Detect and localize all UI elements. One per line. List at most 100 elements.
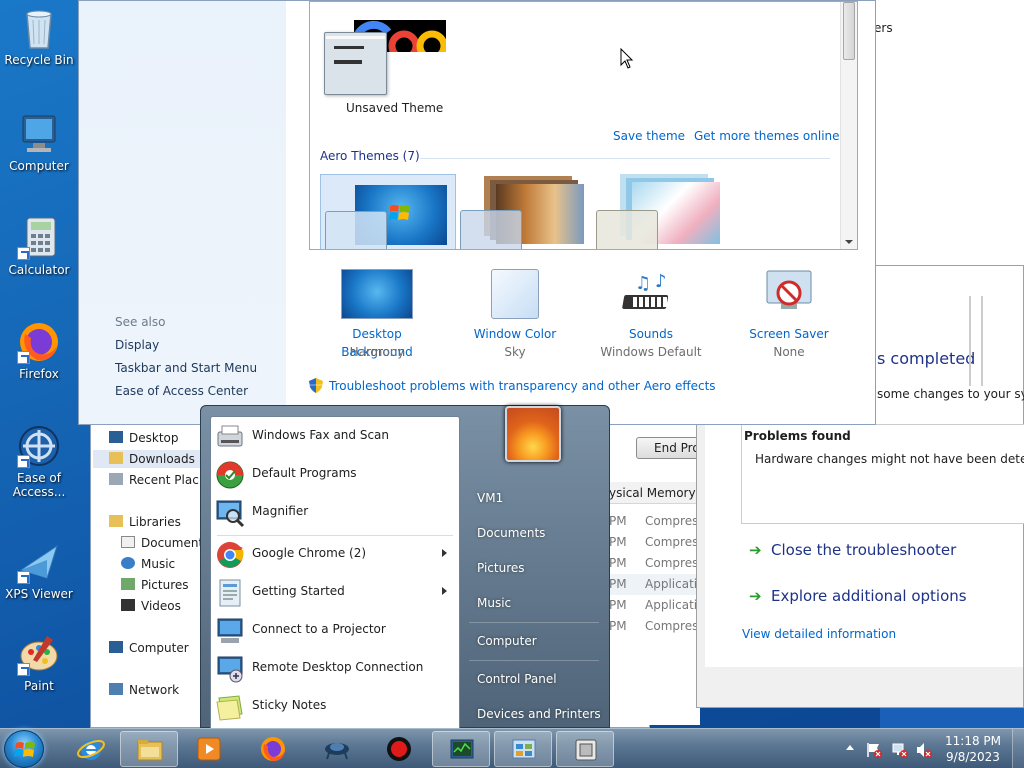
table-row[interactable]: PM Applicati — [605, 574, 700, 595]
themes-scrollbar[interactable] — [840, 2, 857, 249]
clock-time: 11:18 PM — [945, 734, 1001, 748]
nav-item-computer[interactable]: Computer — [109, 639, 189, 657]
user-avatar[interactable] — [505, 406, 561, 462]
show-desktop-button[interactable] — [1012, 729, 1024, 768]
aero-theme-architecture[interactable] — [456, 174, 592, 249]
taskbar-firefox[interactable] — [244, 731, 302, 767]
start-right-documents[interactable]: Documents — [477, 526, 545, 540]
program-google-chrome[interactable]: Google Chrome (2) — [211, 535, 459, 573]
taskbar-media-player[interactable] — [180, 731, 238, 767]
table-row[interactable]: PM Compres — [605, 532, 700, 553]
problems-header: Problems found — [744, 429, 851, 443]
desktop-icon-recycle-bin[interactable]: Recycle Bin — [2, 6, 76, 67]
start-right-control-panel[interactable]: Control Panel — [477, 672, 557, 686]
projector-icon — [215, 616, 245, 646]
firefox-icon — [259, 735, 287, 763]
program-sticky-notes[interactable]: Sticky Notes — [211, 687, 459, 725]
table-row[interactable]: PM Compres — [605, 511, 700, 532]
start-right-user[interactable]: VM1 — [477, 491, 503, 505]
taskbar-start-menu-link[interactable]: Taskbar and Start Menu — [115, 361, 257, 375]
volume-muted-icon[interactable] — [916, 742, 932, 758]
ease-of-access-center-link[interactable]: Ease of Access Center — [115, 384, 248, 398]
taskbar: 11:18 PM 9/8/2023 — [0, 728, 1024, 768]
save-theme-link[interactable]: Save theme — [613, 129, 685, 143]
unsaved-theme-thumbnail[interactable]: Unsaved Theme — [324, 2, 454, 115]
sticky-notes-icon — [215, 692, 245, 722]
program-default-programs[interactable]: Default Programs — [211, 455, 459, 493]
screen-saver-item[interactable]: Screen Saver None — [729, 269, 849, 361]
music-icon — [121, 557, 135, 569]
desktop-icon-firefox[interactable]: Firefox — [2, 320, 76, 381]
aero-theme-windows7[interactable] — [320, 174, 456, 249]
program-connect-to-projector[interactable]: Connect to a Projector — [211, 611, 459, 649]
desktop-icon-paint[interactable]: Paint — [2, 632, 76, 693]
program-remote-desktop[interactable]: Remote Desktop Connection — [211, 649, 459, 687]
sounds-item[interactable]: ♫ ♪ Sounds Windows Default — [591, 269, 711, 361]
scroll-thumb[interactable] — [843, 2, 855, 60]
nav-item-recent-places[interactable]: Recent Plac — [109, 471, 199, 489]
desktop-background-icon — [341, 269, 413, 319]
desktop-background-item[interactable]: Desktop Background Harmony — [317, 269, 437, 361]
taskbar-network-monitor[interactable] — [308, 731, 366, 767]
window-color-item[interactable]: Window Color Sky — [455, 269, 575, 361]
shortcut-arrow-icon — [17, 247, 30, 260]
desktop-icon-computer[interactable]: Computer — [2, 112, 76, 173]
internet-explorer-icon — [77, 735, 105, 763]
start-button[interactable] — [4, 730, 44, 768]
troubleshoot-aero-link[interactable]: Troubleshoot problems with transparency … — [309, 378, 716, 393]
submenu-arrow-icon — [442, 587, 447, 595]
desktop-icon-ease-of-access[interactable]: Ease of Access... — [2, 424, 76, 499]
get-more-themes-link[interactable]: Get more themes online — [694, 129, 840, 143]
network-monitor-icon — [323, 735, 351, 763]
explore-options-option[interactable]: ➔ Explore additional options — [749, 587, 967, 605]
themes-list[interactable]: Unsaved Theme Save theme Get more themes… — [309, 1, 858, 250]
show-hidden-icons-button[interactable] — [846, 745, 854, 750]
nav-item-downloads[interactable]: Downloads — [93, 450, 203, 468]
desktop-icon-xps-viewer[interactable]: XPS Viewer — [2, 540, 76, 601]
program-windows-fax-and-scan[interactable]: Windows Fax and Scan — [211, 417, 459, 455]
program-magnifier[interactable]: Magnifier — [211, 493, 459, 531]
program-getting-started[interactable]: Getting Started — [211, 573, 459, 611]
task-manager-window: End Proc ysical Memory: PM Compres PM Comp… — [605, 425, 706, 725]
nav-item-pictures[interactable]: Pictures — [121, 576, 189, 594]
nav-item-music[interactable]: Music — [121, 555, 175, 573]
table-row[interactable]: PM Compres — [605, 553, 700, 574]
scroll-down-icon[interactable] — [845, 240, 853, 244]
display-link[interactable]: Display — [115, 338, 159, 352]
desktop-icon-calculator[interactable]: Calculator — [2, 216, 76, 277]
taskbar-control-panel[interactable] — [494, 731, 552, 767]
nav-item-videos[interactable]: Videos — [121, 597, 181, 615]
desktop-background-value: Harmony — [349, 345, 405, 359]
row-time: PM — [609, 535, 627, 549]
taskbar-task-manager[interactable] — [432, 731, 490, 767]
start-right-devices-printers[interactable]: Devices and Printers — [477, 707, 601, 721]
nav-item-documents[interactable]: Documents — [121, 534, 209, 552]
nav-item-libraries[interactable]: Libraries — [109, 513, 181, 531]
nav-item-label: Recent Plac — [129, 473, 199, 487]
default-programs-icon — [215, 460, 245, 490]
view-detailed-info-link[interactable]: View detailed information — [742, 627, 896, 641]
record-icon — [385, 735, 413, 763]
taskbar-recorder[interactable] — [370, 731, 428, 767]
taskbar-explorer[interactable] — [120, 731, 178, 767]
nav-item-network[interactable]: Network — [109, 681, 179, 699]
nav-item-label: Pictures — [141, 578, 189, 592]
menu-separator — [469, 622, 599, 623]
nav-item-label: Computer — [129, 641, 189, 655]
start-right-pictures[interactable]: Pictures — [477, 561, 525, 575]
aero-theme-characters[interactable] — [592, 174, 728, 249]
troubleshooter-icon — [572, 736, 600, 764]
taskbar-internet-explorer[interactable] — [62, 731, 120, 767]
action-center-flag-icon[interactable] — [866, 742, 882, 758]
taskbar-clock[interactable]: 11:18 PM 9/8/2023 — [940, 733, 1006, 765]
close-troubleshooter-option[interactable]: ➔ Close the troubleshooter — [749, 541, 956, 559]
taskbar-troubleshooter[interactable] — [556, 731, 614, 767]
memory-column-header[interactable]: ysical Memory: — [605, 482, 700, 504]
table-row[interactable]: PM Applicati — [605, 595, 700, 616]
table-row[interactable]: PM Compres — [605, 616, 700, 637]
network-tray-icon[interactable] — [892, 742, 908, 758]
start-right-music[interactable]: Music — [477, 596, 511, 610]
nav-item-desktop[interactable]: Desktop — [109, 429, 179, 447]
nav-item-label: Libraries — [129, 515, 181, 529]
start-right-computer[interactable]: Computer — [477, 634, 537, 648]
